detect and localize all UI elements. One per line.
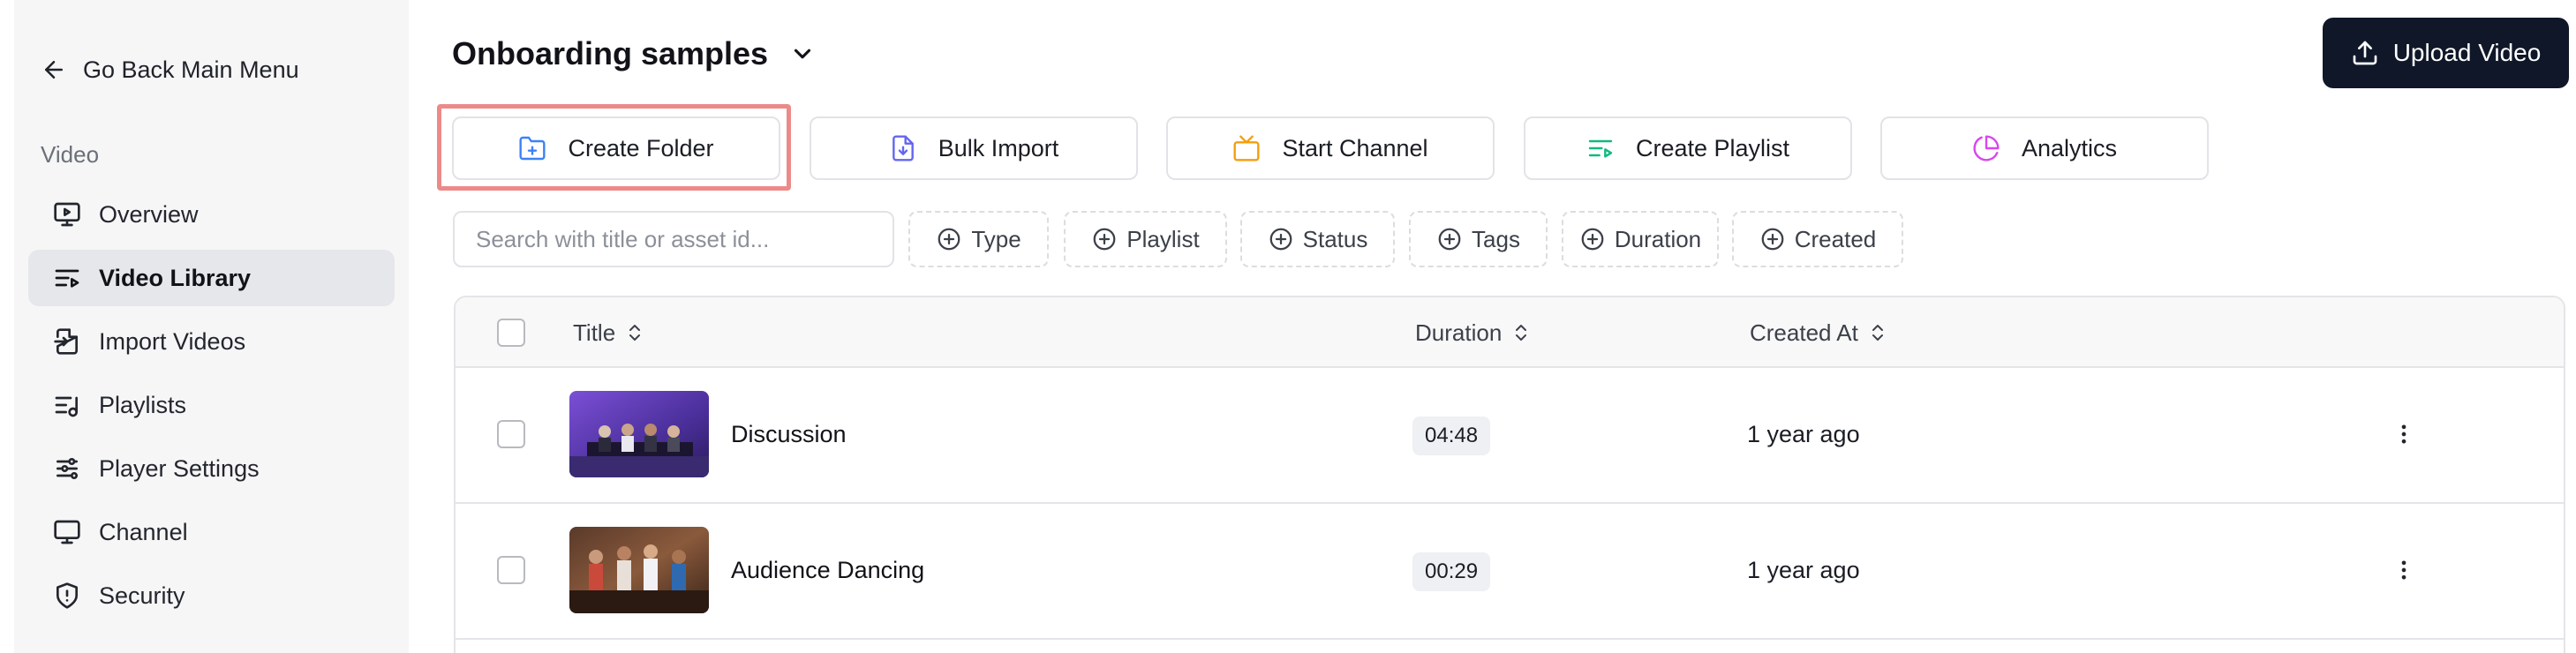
monitor-play-icon: [54, 202, 80, 227]
more-vertical-icon: [2401, 424, 2407, 444]
column-duration-sort[interactable]: Duration: [1415, 297, 1532, 368]
list-music-icon: [55, 396, 78, 417]
more-vertical-icon: [2401, 560, 2407, 580]
tv-icon: [1233, 135, 1260, 161]
column-created-sort[interactable]: Created At: [1750, 297, 1888, 368]
folder-title-dropdown[interactable]: Onboarding samples: [452, 32, 816, 76]
upload-video-label: Upload Video: [2392, 39, 2542, 66]
plus-circle-icon: [1269, 228, 1292, 251]
sidebar-item-player-settings[interactable]: Player Settings: [28, 440, 395, 497]
created-at: 1 year ago: [1747, 420, 1860, 447]
sidebar: Go Back Main Menu Video Overview Video L…: [14, 0, 409, 653]
analytics-label: Analytics: [2021, 134, 2118, 161]
filter-label: Playlist: [1126, 225, 1200, 252]
column-title-label: Title: [573, 319, 616, 346]
table-header: Title Duration Created At: [456, 297, 2564, 368]
chevrons-up-down-icon: [1516, 325, 1527, 341]
bulk-import-label: Bulk Import: [938, 134, 1059, 161]
filter-created-button[interactable]: Created: [1732, 211, 1903, 267]
sidebar-item-import-videos[interactable]: Import Videos: [28, 313, 395, 370]
sidebar-section-video: Video: [41, 141, 100, 168]
plus-circle-icon: [1093, 228, 1116, 251]
filter-type-button[interactable]: Type: [908, 211, 1049, 267]
video-thumbnail[interactable]: [569, 391, 709, 477]
row-checkbox[interactable]: [497, 556, 525, 584]
filter-label: Created: [1794, 225, 1877, 252]
chevrons-up-down-icon: [1872, 325, 1883, 341]
column-created-label: Created At: [1750, 319, 1858, 346]
filter-label: Tags: [1472, 225, 1520, 252]
list-video-icon: [55, 269, 79, 288]
plus-circle-icon: [1581, 228, 1604, 251]
app-root: Go Back Main Menu Video Overview Video L…: [0, 0, 2576, 653]
video-title[interactable]: Audience Dancing: [731, 504, 924, 636]
arrow-left-icon: [45, 61, 63, 79]
sidebar-item-label: Overview: [99, 200, 199, 228]
column-duration-label: Duration: [1415, 319, 1503, 346]
sidebar-nav: Overview Video Library Import Videos Pla…: [28, 186, 395, 631]
sidebar-item-channel[interactable]: Channel: [28, 504, 395, 560]
filter-playlist-button[interactable]: Playlist: [1064, 211, 1227, 267]
go-back-main-menu-link[interactable]: Go Back Main Menu: [41, 49, 299, 90]
list-video-icon: [1588, 139, 1613, 158]
filter-tags-button[interactable]: Tags: [1409, 211, 1548, 267]
filter-label: Status: [1302, 225, 1368, 252]
plus-circle-icon: [1438, 228, 1461, 251]
thumbnail-discussion-image: [569, 391, 709, 477]
file-download-icon: [892, 135, 914, 161]
table-row[interactable]: Discussion 04:48 1 year ago: [456, 368, 2564, 504]
created-at: 1 year ago: [1747, 556, 1860, 583]
folder-plus-icon: [519, 136, 546, 161]
start-channel-label: Start Channel: [1282, 134, 1428, 161]
row-checkbox[interactable]: [497, 420, 525, 448]
upload-icon: [2353, 41, 2377, 65]
duration-badge: 00:29: [1412, 552, 1491, 591]
plus-circle-icon: [938, 228, 960, 251]
search-input[interactable]: [453, 211, 894, 267]
create-folder-label: Create Folder: [568, 134, 714, 161]
sidebar-item-label: Channel: [99, 518, 188, 545]
sidebar-item-overview[interactable]: Overview: [28, 186, 395, 243]
start-channel-button[interactable]: Start Channel: [1166, 116, 1495, 180]
video-thumbnail[interactable]: [569, 527, 709, 613]
table-row[interactable]: Audience Dancing 00:29 1 year ago: [456, 504, 2564, 640]
chevron-down-icon: [795, 49, 811, 59]
page-title: Onboarding samples: [452, 35, 769, 71]
sidebar-item-playlists[interactable]: Playlists: [28, 377, 395, 433]
create-playlist-button[interactable]: Create Playlist: [1524, 116, 1852, 180]
main-content: Onboarding samples Upload Video Create F…: [409, 0, 2576, 653]
file-import-icon: [54, 328, 78, 355]
filter-duration-button[interactable]: Duration: [1562, 211, 1719, 267]
upload-video-button[interactable]: Upload Video: [2323, 18, 2569, 88]
shield-icon: [56, 582, 78, 609]
plus-circle-icon: [1761, 228, 1784, 251]
video-table: Title Duration Created At Discussion 04:…: [454, 296, 2565, 653]
sidebar-item-security[interactable]: Security: [28, 567, 395, 624]
select-all-checkbox[interactable]: [497, 319, 525, 347]
sidebar-item-label: Playlists: [99, 391, 187, 418]
bulk-import-button[interactable]: Bulk Import: [810, 116, 1138, 180]
create-playlist-label: Create Playlist: [1635, 134, 1790, 161]
sidebar-item-label: Security: [99, 582, 185, 609]
duration-badge: 04:48: [1412, 417, 1491, 455]
video-title[interactable]: Discussion: [731, 368, 847, 500]
sidebar-item-video-library[interactable]: Video Library: [28, 250, 395, 306]
column-title-sort[interactable]: Title: [573, 297, 645, 368]
sidebar-item-label: Player Settings: [99, 454, 260, 482]
pie-chart-icon: [1973, 135, 2000, 161]
filter-label: Duration: [1614, 225, 1702, 252]
analytics-button[interactable]: Analytics: [1880, 116, 2209, 180]
sidebar-item-label: Video Library: [99, 264, 252, 291]
go-back-label: Go Back Main Menu: [83, 56, 299, 83]
row-actions-menu[interactable]: [2386, 551, 2422, 589]
thumbnail-audience-dancing-image: [569, 527, 709, 613]
create-folder-button[interactable]: Create Folder: [452, 116, 780, 180]
row-actions-menu[interactable]: [2386, 415, 2422, 454]
sidebar-item-label: Import Videos: [99, 327, 246, 355]
monitor-icon: [54, 520, 80, 544]
filter-status-button[interactable]: Status: [1240, 211, 1395, 267]
sliders-icon: [56, 458, 78, 479]
filter-label: Type: [971, 225, 1021, 252]
chevrons-up-down-icon: [629, 325, 641, 341]
